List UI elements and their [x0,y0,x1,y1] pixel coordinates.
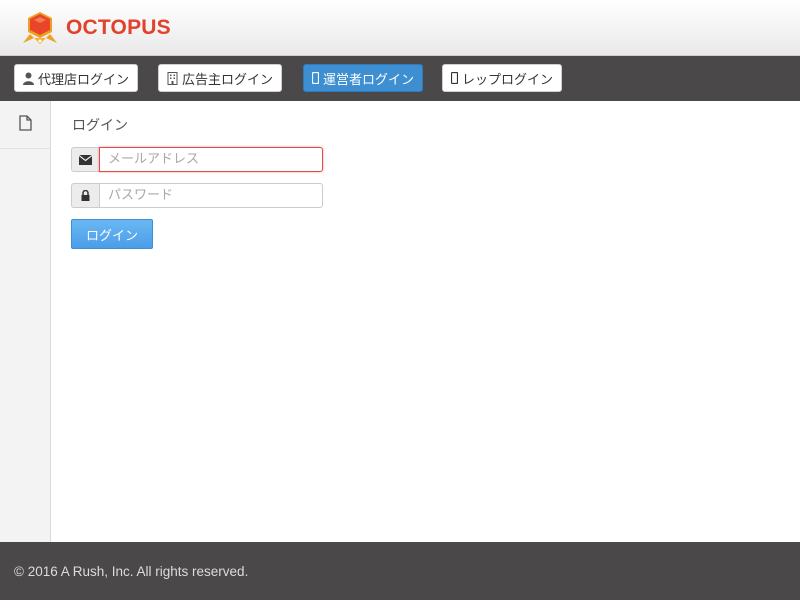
email-input-group [71,147,323,172]
brand-logo[interactable]: OCTOPUS [20,10,171,46]
envelope-icon [71,147,99,172]
rep-login-button[interactable]: レップログイン [442,64,563,92]
password-input-group [71,183,323,208]
lock-icon [71,183,99,208]
operator-login-button[interactable]: 運営者ログイン [303,64,424,92]
user-icon [23,72,34,85]
octopus-logo-icon [23,12,57,44]
footer: © 2016 A Rush, Inc. All rights reserved. [0,542,800,600]
header: OCTOPUS [0,0,800,56]
login-title: ログイン [72,118,128,134]
advertiser-login-button[interactable]: 広告主ログイン [158,64,283,92]
mobile-icon [451,72,458,84]
mobile-icon [312,72,319,84]
main-content: ログイン ログイン [51,101,800,542]
sidebar-item-document[interactable] [0,101,50,149]
copyright-text: © 2016 A Rush, Inc. All rights reserved. [14,563,249,579]
building-icon [167,71,178,85]
advertiser-login-label: 広告主ログイン [182,72,274,88]
agency-login-label: 代理店ログイン [38,72,130,88]
agency-login-button[interactable]: 代理店ログイン [14,64,139,92]
operator-login-label: 運営者ログイン [323,72,415,88]
login-submit-button[interactable]: ログイン [71,219,153,249]
brand-name: OCTOPUS [66,16,171,39]
sidebar [0,101,51,542]
login-type-navbar: 代理店ログイン 広告主ログイン 運営者ログイン レップログイン [0,56,800,101]
email-field[interactable] [99,147,323,172]
rep-login-label: レップログイン [462,72,554,88]
file-icon [18,114,32,135]
password-field[interactable] [99,183,323,208]
